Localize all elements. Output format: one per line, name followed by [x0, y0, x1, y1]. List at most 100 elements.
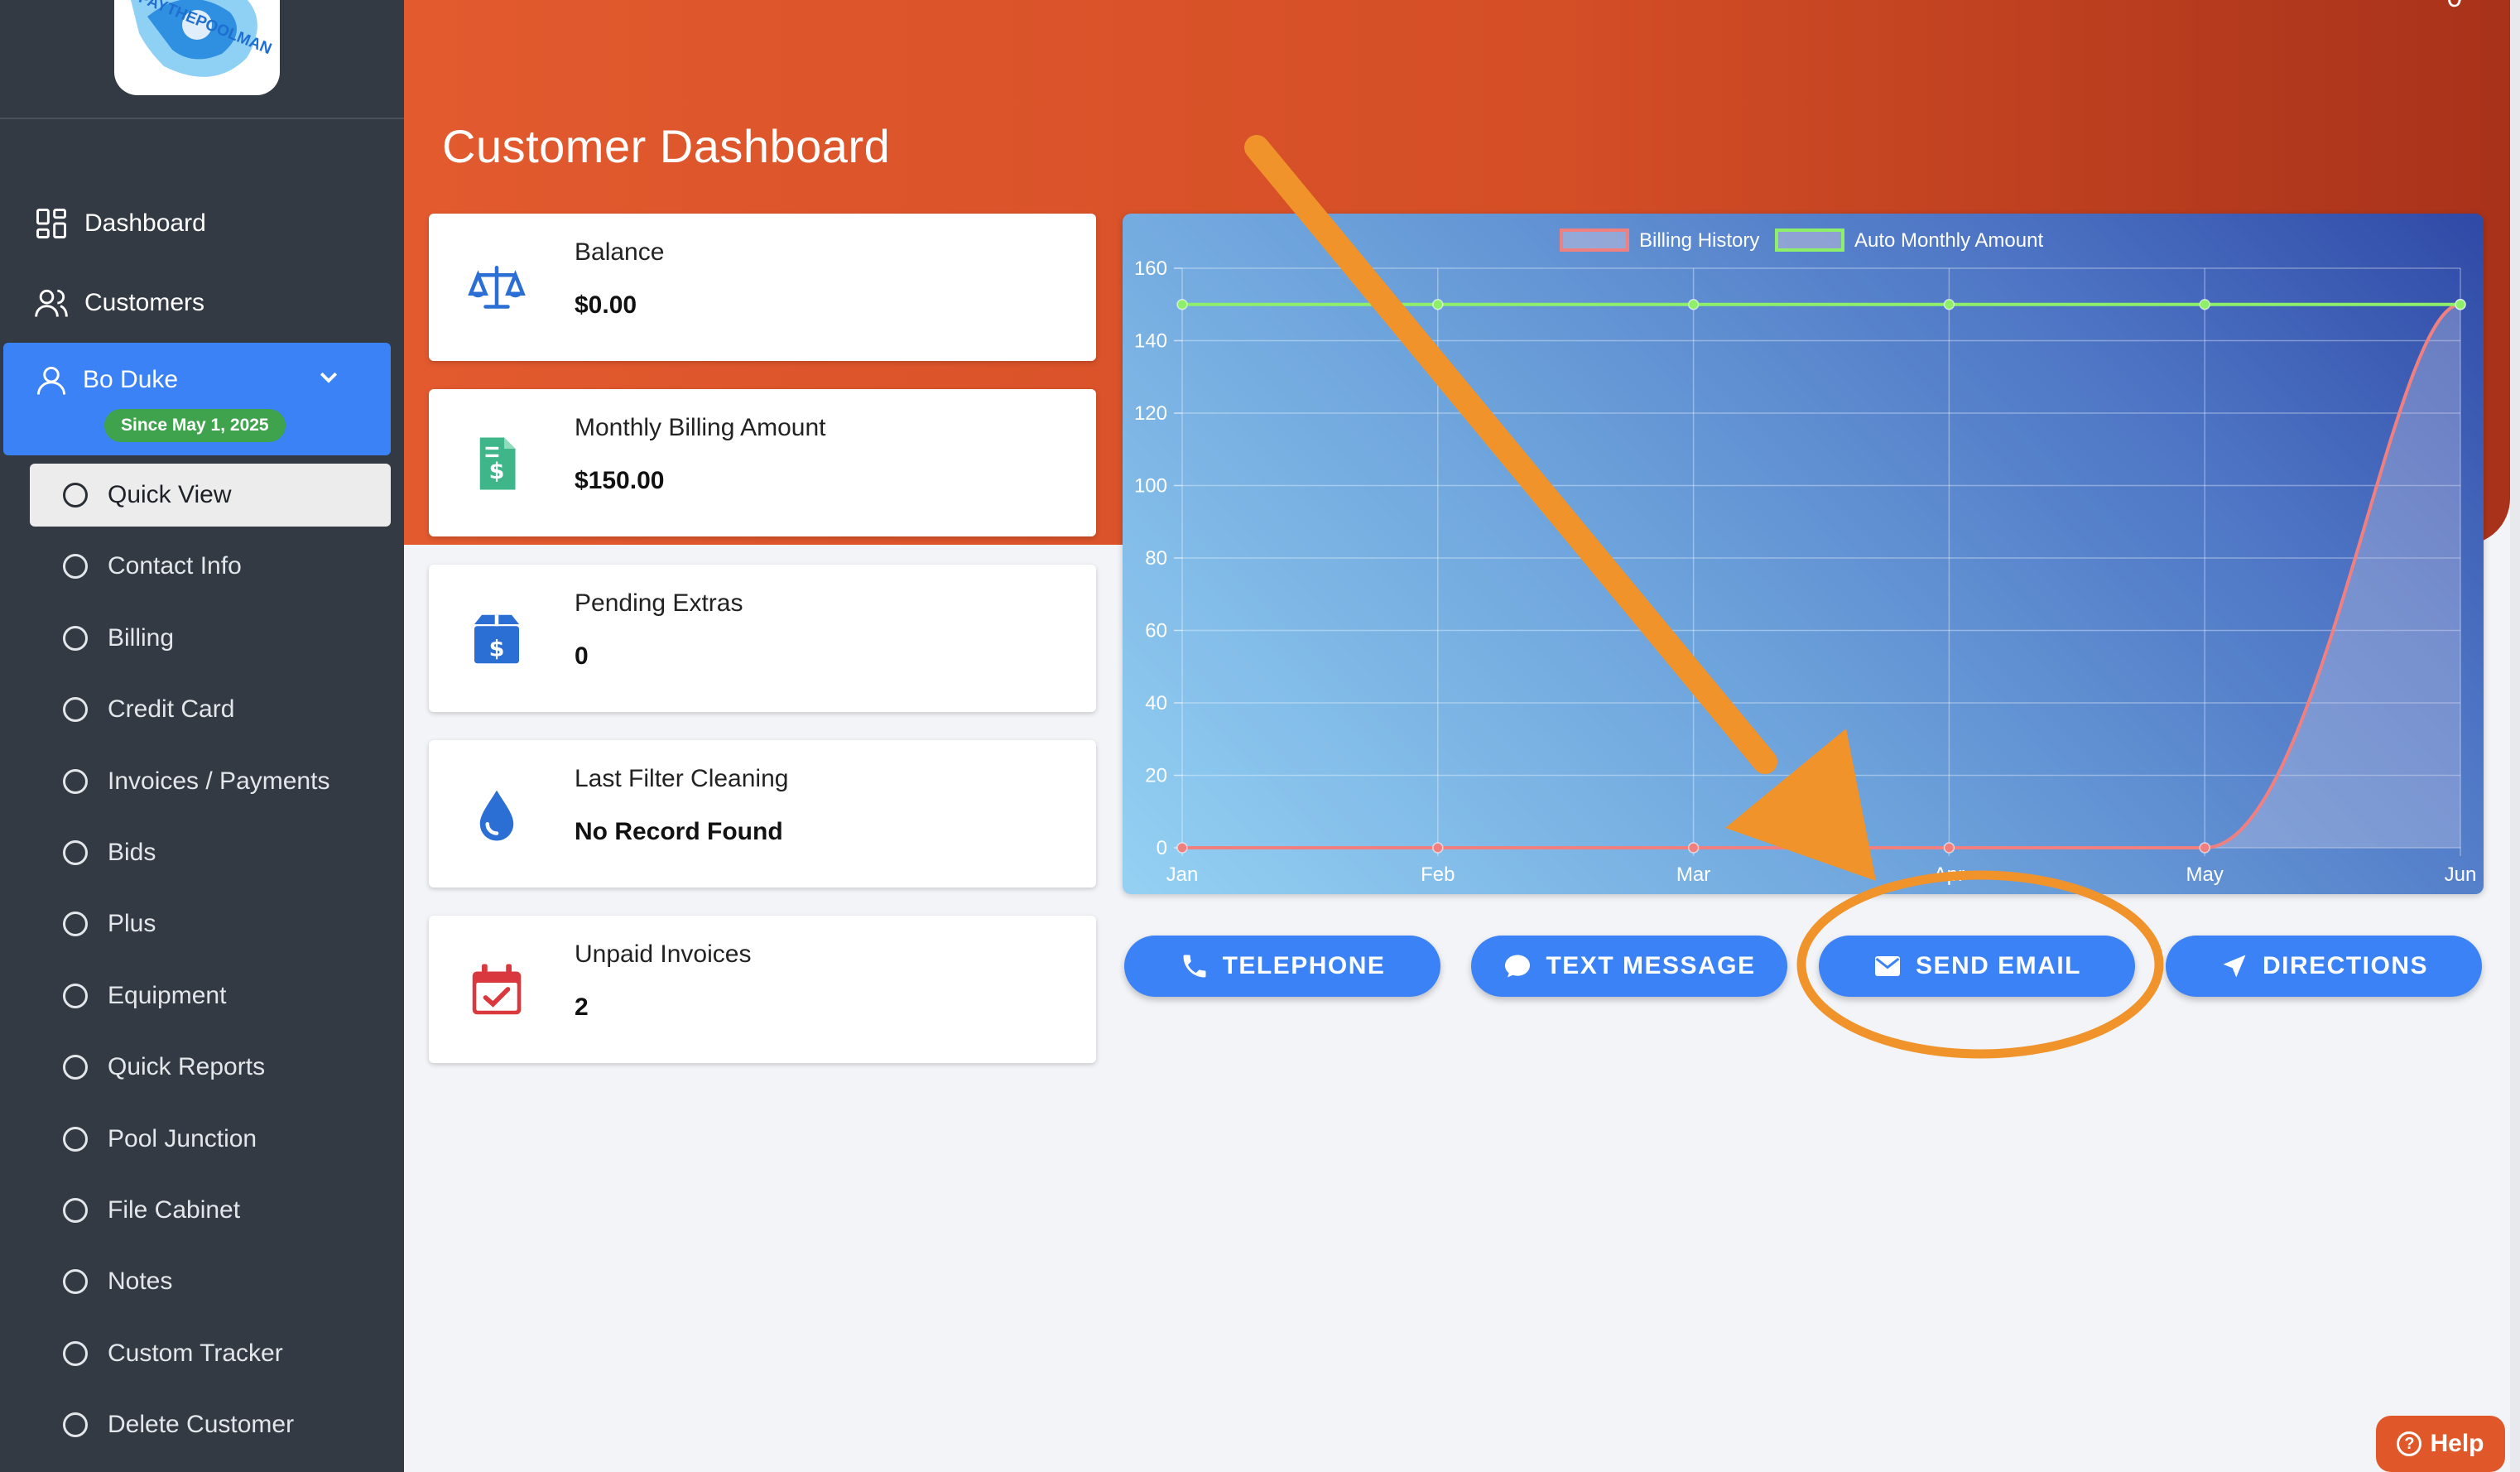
sidebar-subitem-label: Plus — [108, 910, 156, 937]
circle-icon — [63, 769, 88, 794]
sidebar-subitem-label: File Cabinet — [108, 1196, 241, 1224]
phone-icon — [1180, 951, 1210, 981]
sidebar-subitem[interactable]: Credit Card — [30, 678, 391, 741]
circle-icon — [63, 483, 88, 508]
card-label: Last Filter Cleaning — [575, 765, 789, 792]
chevron-down-icon[interactable] — [316, 364, 341, 389]
sidebar-subitem-label: Custom Tracker — [108, 1340, 283, 1367]
sidebar-subitem[interactable]: Delete Customer — [30, 1393, 391, 1456]
sidebar-subitem[interactable]: Quick View — [30, 464, 391, 527]
dashboard-grid-icon — [36, 209, 66, 238]
series-point — [1176, 842, 1188, 854]
x-tick-label: Jun — [2445, 863, 2477, 886]
card-value: 0 — [575, 642, 589, 670]
sidebar-subitem[interactable]: Contact Info — [30, 535, 391, 598]
sidebar-subitem[interactable]: File Cabinet — [30, 1179, 391, 1242]
series-point — [1432, 299, 1444, 310]
telephone-button[interactable]: TELEPHONE — [1124, 936, 1440, 997]
y-tick-label: 80 — [1145, 547, 1167, 570]
svg-text:$: $ — [489, 459, 505, 484]
circle-icon — [63, 1198, 88, 1223]
sidebar-subitem[interactable]: Invoices / Payments — [30, 750, 391, 813]
summary-card: Last Filter Cleaning No Record Found — [429, 740, 1096, 888]
circle-icon — [63, 1055, 88, 1080]
legend-swatch — [1775, 228, 1844, 252]
envelope-icon — [1873, 951, 1902, 981]
circle-icon — [63, 554, 88, 579]
sidebar-subitem[interactable]: Notes — [30, 1250, 391, 1313]
scale-icon — [467, 258, 527, 318]
circle-icon — [63, 912, 88, 936]
help-label: Help — [2430, 1430, 2484, 1457]
series-point — [1943, 299, 1955, 310]
y-tick-label: 100 — [1134, 475, 1167, 498]
customer-since-badge: Since May 1, 2025 — [104, 409, 286, 442]
legend-label: Auto Monthly Amount — [1854, 229, 2043, 252]
series-point — [1943, 842, 1955, 854]
chat-bubble-icon — [1503, 951, 1532, 981]
send-email-button[interactable]: SEND EMAIL — [1819, 936, 2135, 997]
sidebar-divider — [0, 118, 404, 119]
sidebar-subitem[interactable]: Pool Junction — [30, 1108, 391, 1171]
card-label: Pending Extras — [575, 589, 743, 617]
customer-name: Bo Duke — [83, 366, 179, 393]
summary-card: $ Pending Extras 0 — [429, 565, 1096, 712]
circle-icon — [63, 1341, 88, 1366]
action-label: TEXT MESSAGE — [1546, 952, 1756, 979]
y-tick-label: 40 — [1145, 692, 1167, 714]
sidebar-subitem-label: Contact Info — [108, 552, 242, 580]
active-customer-item[interactable]: Bo Duke Since May 1, 2025 — [3, 343, 391, 455]
series-point — [2199, 842, 2210, 854]
sidebar-subitem[interactable]: Custom Tracker — [30, 1322, 391, 1385]
text-message-button[interactable]: TEXT MESSAGE — [1471, 936, 1787, 997]
series-point — [2199, 299, 2210, 310]
circle-icon — [63, 1127, 88, 1152]
sidebar-subitem-label: Credit Card — [108, 695, 235, 723]
company-logo[interactable]: PAYTHEPOOLMAN — [114, 0, 280, 95]
circle-icon — [63, 984, 88, 1008]
sidebar-subitem-label: Delete Customer — [108, 1411, 295, 1438]
card-value: $150.00 — [575, 467, 665, 494]
sidebar-subitem[interactable]: Quick Reports — [30, 1036, 391, 1099]
sidebar-subitem[interactable]: Equipment — [30, 964, 391, 1027]
sidebar-subitem[interactable]: Bids — [30, 821, 391, 884]
series-area — [1182, 304, 2460, 848]
nav-customers[interactable]: Customers — [33, 278, 204, 328]
y-tick-label: 140 — [1134, 330, 1167, 353]
sidebar-subitem-label: Equipment — [108, 982, 227, 1009]
sidebar-subitem-label: Bids — [108, 839, 156, 866]
chart-canvas: 0 20 40 60 80 100 120 140 160 Jan Feb Mar Apr May Jun B… — [1134, 228, 2477, 886]
y-tick-label: 120 — [1134, 402, 1167, 425]
card-label: Monthly Billing Amount — [575, 414, 826, 441]
legend-swatch — [1560, 228, 1629, 252]
nav-customers-label: Customers — [84, 289, 205, 316]
card-value: 2 — [575, 993, 589, 1021]
sidebar-subitem-label: Invoices / Payments — [108, 767, 330, 795]
sidebar-subitem-label: Pool Junction — [108, 1125, 257, 1152]
card-value: No Record Found — [575, 818, 783, 845]
nav-dashboard[interactable]: Dashboard — [33, 199, 206, 248]
y-tick-label: 0 — [1157, 837, 1167, 859]
sidebar-subitem-label: Billing — [108, 624, 175, 652]
circle-icon — [63, 840, 88, 865]
calendar-check-icon — [467, 960, 527, 1020]
sidebar-subitem[interactable]: Billing — [30, 607, 391, 670]
circle-icon — [63, 626, 88, 651]
svg-text:$: $ — [489, 636, 505, 661]
directions-button[interactable]: DIRECTIONS — [2166, 936, 2482, 997]
summary-card: Balance $0.00 — [429, 214, 1096, 361]
summary-card: Unpaid Invoices 2 — [429, 916, 1096, 1063]
circle-icon — [63, 1269, 88, 1294]
sidebar-subitem-label: Notes — [108, 1268, 173, 1295]
series-point — [2455, 299, 2466, 310]
card-label: Unpaid Invoices — [575, 940, 752, 968]
legend-label: Billing History — [1639, 229, 1759, 252]
x-tick-label: Mar — [1676, 863, 1710, 886]
help-button[interactable]: ? Help — [2376, 1416, 2505, 1472]
scrollbar-track[interactable] — [2510, 0, 2520, 1472]
x-tick-label: Apr — [1934, 863, 1965, 886]
sidebar-subitem[interactable]: Plus — [30, 892, 391, 955]
sidebar-subitem-label: Quick View — [108, 481, 232, 508]
user-icon — [36, 366, 66, 395]
box-dollar-icon: $ — [467, 609, 527, 669]
